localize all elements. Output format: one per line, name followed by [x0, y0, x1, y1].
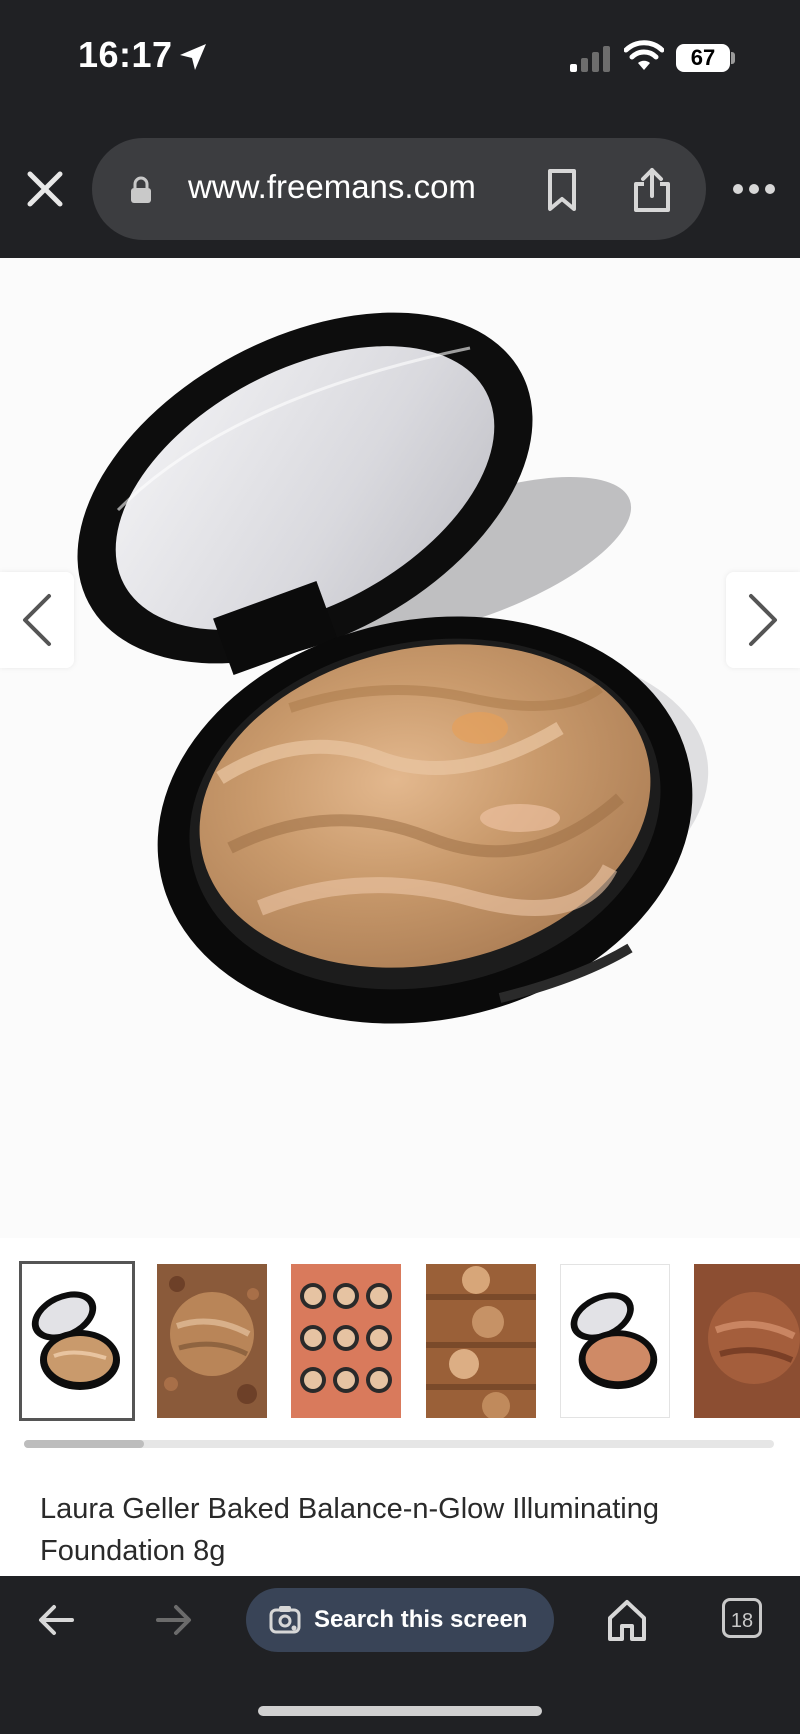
search-this-screen-button[interactable]: Search this screen [246, 1588, 554, 1652]
chevron-right-icon [749, 594, 777, 646]
wifi-icon [624, 40, 664, 70]
thumbnail-1[interactable] [19, 1261, 135, 1421]
chevron-left-icon [23, 594, 51, 646]
battery-cap [731, 52, 735, 64]
gallery-prev-button[interactable] [0, 572, 74, 668]
location-arrow-icon [180, 44, 206, 70]
more-icon[interactable] [732, 178, 776, 200]
share-icon[interactable] [630, 166, 674, 214]
thumbnail-3[interactable] [291, 1264, 401, 1418]
search-this-screen-label: Search this screen [314, 1606, 528, 1633]
tabs-icon[interactable]: 18 [722, 1598, 762, 1638]
lens-icon [269, 1606, 301, 1634]
bookmark-icon[interactable] [542, 168, 582, 212]
signal-icon [570, 46, 610, 72]
product-title: Laura Geller Baked Balance-n-Glow Illumi… [40, 1493, 659, 1567]
back-arrow-icon[interactable] [36, 1602, 76, 1638]
thumbnail-6[interactable] [694, 1264, 800, 1418]
close-icon[interactable] [22, 166, 68, 212]
product-main-image[interactable] [0, 258, 800, 1238]
url-text[interactable]: www.freemans.com [188, 168, 476, 206]
thumbnail-2[interactable] [157, 1264, 267, 1418]
home-icon[interactable] [606, 1598, 648, 1642]
thumbnail-5[interactable] [560, 1264, 670, 1418]
compact-illustration [77, 312, 709, 1024]
status-time: 16:17 [78, 34, 173, 75]
forward-arrow-icon[interactable] [154, 1602, 194, 1638]
battery-icon: 67 [676, 44, 730, 72]
lock-icon [131, 176, 151, 203]
home-indicator[interactable] [258, 1706, 542, 1716]
thumbnail-scroll-thumb[interactable] [24, 1440, 144, 1448]
thumbnail-4[interactable] [426, 1264, 536, 1418]
gallery-next-button[interactable] [726, 572, 800, 668]
